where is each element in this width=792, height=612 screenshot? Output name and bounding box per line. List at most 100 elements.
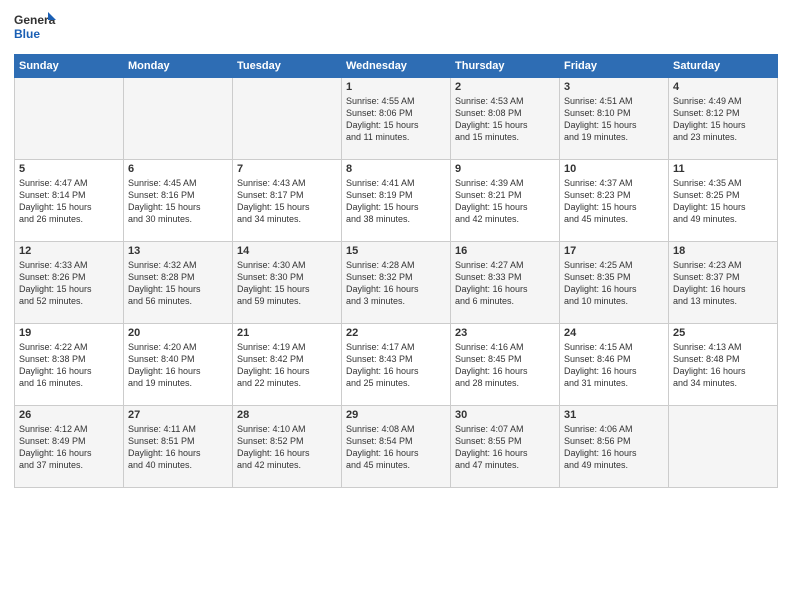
day-info: Sunrise: 4:35 AM Sunset: 8:25 PM Dayligh… [673, 177, 773, 226]
day-info: Sunrise: 4:43 AM Sunset: 8:17 PM Dayligh… [237, 177, 337, 226]
day-number: 30 [455, 409, 555, 421]
day-info: Sunrise: 4:22 AM Sunset: 8:38 PM Dayligh… [19, 341, 119, 390]
day-cell: 30 Sunrise: 4:07 AM Sunset: 8:55 PM Dayli… [451, 406, 560, 488]
day-number: 20 [128, 327, 228, 339]
day-info: Sunrise: 4:13 AM Sunset: 8:48 PM Dayligh… [673, 341, 773, 390]
day-number: 31 [564, 409, 664, 421]
day-info: Sunrise: 4:06 AM Sunset: 8:56 PM Dayligh… [564, 423, 664, 472]
day-cell [669, 406, 778, 488]
day-number: 14 [237, 245, 337, 257]
day-number: 13 [128, 245, 228, 257]
day-cell: 25 Sunrise: 4:13 AM Sunset: 8:48 PM Dayli… [669, 324, 778, 406]
week-row-3: 12 Sunrise: 4:33 AM Sunset: 8:26 PM Dayli… [15, 242, 778, 324]
col-header-thursday: Thursday [451, 55, 560, 78]
day-cell: 3 Sunrise: 4:51 AM Sunset: 8:10 PM Daylig… [560, 78, 669, 160]
day-number: 19 [19, 327, 119, 339]
day-info: Sunrise: 4:55 AM Sunset: 8:06 PM Dayligh… [346, 95, 446, 144]
day-cell: 21 Sunrise: 4:19 AM Sunset: 8:42 PM Dayli… [233, 324, 342, 406]
day-info: Sunrise: 4:33 AM Sunset: 8:26 PM Dayligh… [19, 259, 119, 308]
day-cell: 9 Sunrise: 4:39 AM Sunset: 8:21 PM Daylig… [451, 160, 560, 242]
day-cell [233, 78, 342, 160]
day-number: 1 [346, 81, 446, 93]
day-cell: 20 Sunrise: 4:20 AM Sunset: 8:40 PM Dayli… [124, 324, 233, 406]
day-number: 25 [673, 327, 773, 339]
day-info: Sunrise: 4:23 AM Sunset: 8:37 PM Dayligh… [673, 259, 773, 308]
logo-svg: General Blue [14, 10, 56, 46]
day-info: Sunrise: 4:12 AM Sunset: 8:49 PM Dayligh… [19, 423, 119, 472]
day-number: 11 [673, 163, 773, 175]
day-info: Sunrise: 4:49 AM Sunset: 8:12 PM Dayligh… [673, 95, 773, 144]
day-cell: 12 Sunrise: 4:33 AM Sunset: 8:26 PM Dayli… [15, 242, 124, 324]
day-cell: 14 Sunrise: 4:30 AM Sunset: 8:30 PM Dayli… [233, 242, 342, 324]
col-header-saturday: Saturday [669, 55, 778, 78]
day-number: 24 [564, 327, 664, 339]
day-cell: 24 Sunrise: 4:15 AM Sunset: 8:46 PM Dayli… [560, 324, 669, 406]
day-cell: 29Sunrise: 4:08 AM Sunset: 8:54 PM Dayli… [342, 406, 451, 488]
day-cell: 15Sunrise: 4:28 AM Sunset: 8:32 PM Dayli… [342, 242, 451, 324]
day-info: Sunrise: 4:10 AM Sunset: 8:52 PM Dayligh… [237, 423, 337, 472]
day-info: Sunrise: 4:53 AM Sunset: 8:08 PM Dayligh… [455, 95, 555, 144]
day-cell: 7 Sunrise: 4:43 AM Sunset: 8:17 PM Daylig… [233, 160, 342, 242]
day-number: 18 [673, 245, 773, 257]
day-cell: 28 Sunrise: 4:10 AM Sunset: 8:52 PM Dayli… [233, 406, 342, 488]
day-cell: 31 Sunrise: 4:06 AM Sunset: 8:56 PM Dayli… [560, 406, 669, 488]
day-info: Sunrise: 4:08 AM Sunset: 8:54 PM Dayligh… [346, 423, 446, 472]
day-cell: 18 Sunrise: 4:23 AM Sunset: 8:37 PM Dayli… [669, 242, 778, 324]
day-number: 16 [455, 245, 555, 257]
day-number: 4 [673, 81, 773, 93]
logo: General Blue [14, 10, 56, 46]
day-info: Sunrise: 4:25 AM Sunset: 8:35 PM Dayligh… [564, 259, 664, 308]
day-cell [124, 78, 233, 160]
day-number: 8 [346, 163, 446, 175]
day-number: 21 [237, 327, 337, 339]
day-info: Sunrise: 4:28 AM Sunset: 8:32 PM Dayligh… [346, 259, 446, 308]
day-info: Sunrise: 4:19 AM Sunset: 8:42 PM Dayligh… [237, 341, 337, 390]
col-header-friday: Friday [560, 55, 669, 78]
day-info: Sunrise: 4:27 AM Sunset: 8:33 PM Dayligh… [455, 259, 555, 308]
day-number: 26 [19, 409, 119, 421]
day-number: 7 [237, 163, 337, 175]
day-cell: 10Sunrise: 4:37 AM Sunset: 8:23 PM Dayli… [560, 160, 669, 242]
day-number: 27 [128, 409, 228, 421]
header-row: SundayMondayTuesdayWednesdayThursdayFrid… [15, 55, 778, 78]
day-info: Sunrise: 4:15 AM Sunset: 8:46 PM Dayligh… [564, 341, 664, 390]
day-cell: 23Sunrise: 4:16 AM Sunset: 8:45 PM Dayli… [451, 324, 560, 406]
day-cell: 19 Sunrise: 4:22 AM Sunset: 8:38 PM Dayli… [15, 324, 124, 406]
day-cell: 16 Sunrise: 4:27 AM Sunset: 8:33 PM Dayli… [451, 242, 560, 324]
day-cell: 22Sunrise: 4:17 AM Sunset: 8:43 PM Dayli… [342, 324, 451, 406]
day-cell: 27Sunrise: 4:11 AM Sunset: 8:51 PM Dayli… [124, 406, 233, 488]
day-info: Sunrise: 4:07 AM Sunset: 8:55 PM Dayligh… [455, 423, 555, 472]
day-cell: 6Sunrise: 4:45 AM Sunset: 8:16 PM Daylig… [124, 160, 233, 242]
day-number: 9 [455, 163, 555, 175]
day-number: 17 [564, 245, 664, 257]
col-header-wednesday: Wednesday [342, 55, 451, 78]
day-info: Sunrise: 4:30 AM Sunset: 8:30 PM Dayligh… [237, 259, 337, 308]
day-cell: 13Sunrise: 4:32 AM Sunset: 8:28 PM Dayli… [124, 242, 233, 324]
day-number: 12 [19, 245, 119, 257]
week-row-1: 1 Sunrise: 4:55 AM Sunset: 8:06 PM Daylig… [15, 78, 778, 160]
svg-text:Blue: Blue [14, 27, 40, 41]
day-cell: 17 Sunrise: 4:25 AM Sunset: 8:35 PM Dayli… [560, 242, 669, 324]
day-cell: 8Sunrise: 4:41 AM Sunset: 8:19 PM Daylig… [342, 160, 451, 242]
day-cell: 1 Sunrise: 4:55 AM Sunset: 8:06 PM Daylig… [342, 78, 451, 160]
day-info: Sunrise: 4:20 AM Sunset: 8:40 PM Dayligh… [128, 341, 228, 390]
day-info: Sunrise: 4:39 AM Sunset: 8:21 PM Dayligh… [455, 177, 555, 226]
day-number: 3 [564, 81, 664, 93]
day-info: Sunrise: 4:47 AM Sunset: 8:14 PM Dayligh… [19, 177, 119, 226]
calendar-table: SundayMondayTuesdayWednesdayThursdayFrid… [14, 54, 778, 488]
day-cell [15, 78, 124, 160]
day-info: Sunrise: 4:16 AM Sunset: 8:45 PM Dayligh… [455, 341, 555, 390]
day-info: Sunrise: 4:51 AM Sunset: 8:10 PM Dayligh… [564, 95, 664, 144]
week-row-4: 19 Sunrise: 4:22 AM Sunset: 8:38 PM Dayli… [15, 324, 778, 406]
col-header-sunday: Sunday [15, 55, 124, 78]
day-number: 2 [455, 81, 555, 93]
day-info: Sunrise: 4:17 AM Sunset: 8:43 PM Dayligh… [346, 341, 446, 390]
day-cell: 4 Sunrise: 4:49 AM Sunset: 8:12 PM Daylig… [669, 78, 778, 160]
day-cell: 5Sunrise: 4:47 AM Sunset: 8:14 PM Daylig… [15, 160, 124, 242]
col-header-tuesday: Tuesday [233, 55, 342, 78]
day-number: 28 [237, 409, 337, 421]
day-number: 10 [564, 163, 664, 175]
day-info: Sunrise: 4:45 AM Sunset: 8:16 PM Dayligh… [128, 177, 228, 226]
day-cell: 11 Sunrise: 4:35 AM Sunset: 8:25 PM Dayli… [669, 160, 778, 242]
week-row-2: 5Sunrise: 4:47 AM Sunset: 8:14 PM Daylig… [15, 160, 778, 242]
